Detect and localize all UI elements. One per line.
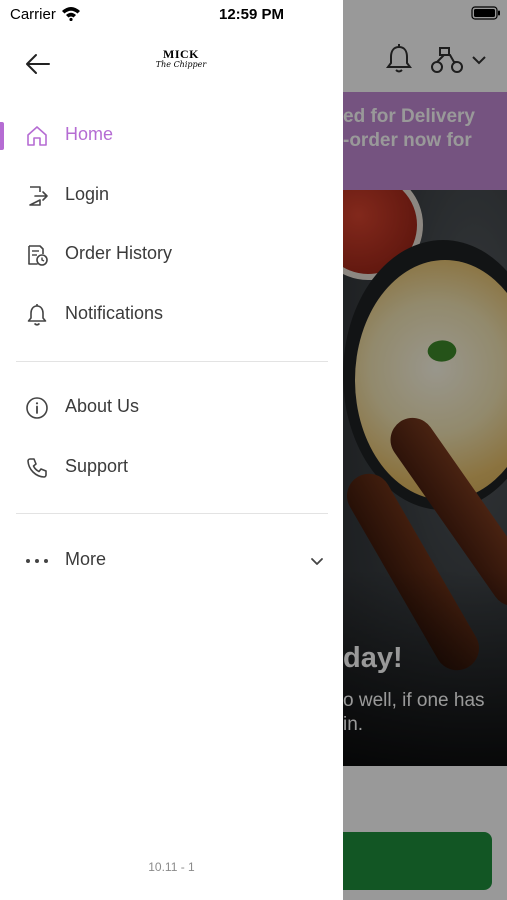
menu-item-about-us[interactable]: About Us: [0, 382, 343, 432]
menu-item-notifications[interactable]: Notifications: [0, 289, 343, 339]
menu-item-login[interactable]: Login: [0, 170, 343, 220]
brand-logo: MICK The Chipper: [148, 48, 214, 76]
app-version: 10.11 - 1: [148, 860, 195, 874]
bell-icon: [24, 302, 50, 328]
logo-tagline: The Chipper: [155, 60, 207, 69]
clock: 12:59 PM: [219, 6, 285, 23]
back-arrow-icon: [26, 54, 50, 74]
menu-item-label: About Us: [65, 396, 140, 416]
wifi-icon: [62, 7, 80, 21]
carrier-label: Carrier: [10, 6, 56, 23]
active-indicator: [0, 122, 4, 150]
battery-icon: [471, 6, 500, 20]
menu-divider: [16, 513, 328, 514]
back-button[interactable]: [22, 48, 54, 80]
logo-name: MICK: [163, 47, 199, 61]
login-icon: [24, 183, 50, 209]
info-icon: [24, 395, 50, 421]
navigation-drawer: MICK The Chipper Home Login Order Histor…: [0, 0, 343, 900]
menu-item-label: Notifications: [65, 303, 164, 323]
more-dots-icon: [24, 548, 50, 574]
menu-item-support[interactable]: Support: [0, 442, 343, 492]
phone-icon: [24, 455, 50, 481]
menu-item-label: Login: [65, 184, 110, 204]
menu-item-label: More: [65, 549, 107, 569]
menu-item-label: Order History: [65, 243, 173, 263]
home-icon: [24, 123, 50, 149]
drawer-overlay[interactable]: [343, 0, 507, 900]
chevron-down-icon: [311, 558, 323, 565]
status-bar: Carrier 12:59 PM: [0, 0, 507, 30]
menu-item-home[interactable]: Home: [0, 110, 343, 160]
menu-item-label: Support: [65, 456, 129, 476]
menu-item-order-history[interactable]: Order History: [0, 229, 343, 279]
menu-item-label: Home: [65, 124, 114, 144]
menu-divider: [16, 361, 328, 362]
order-history-icon: [24, 242, 50, 268]
menu-item-more[interactable]: More: [0, 535, 343, 585]
